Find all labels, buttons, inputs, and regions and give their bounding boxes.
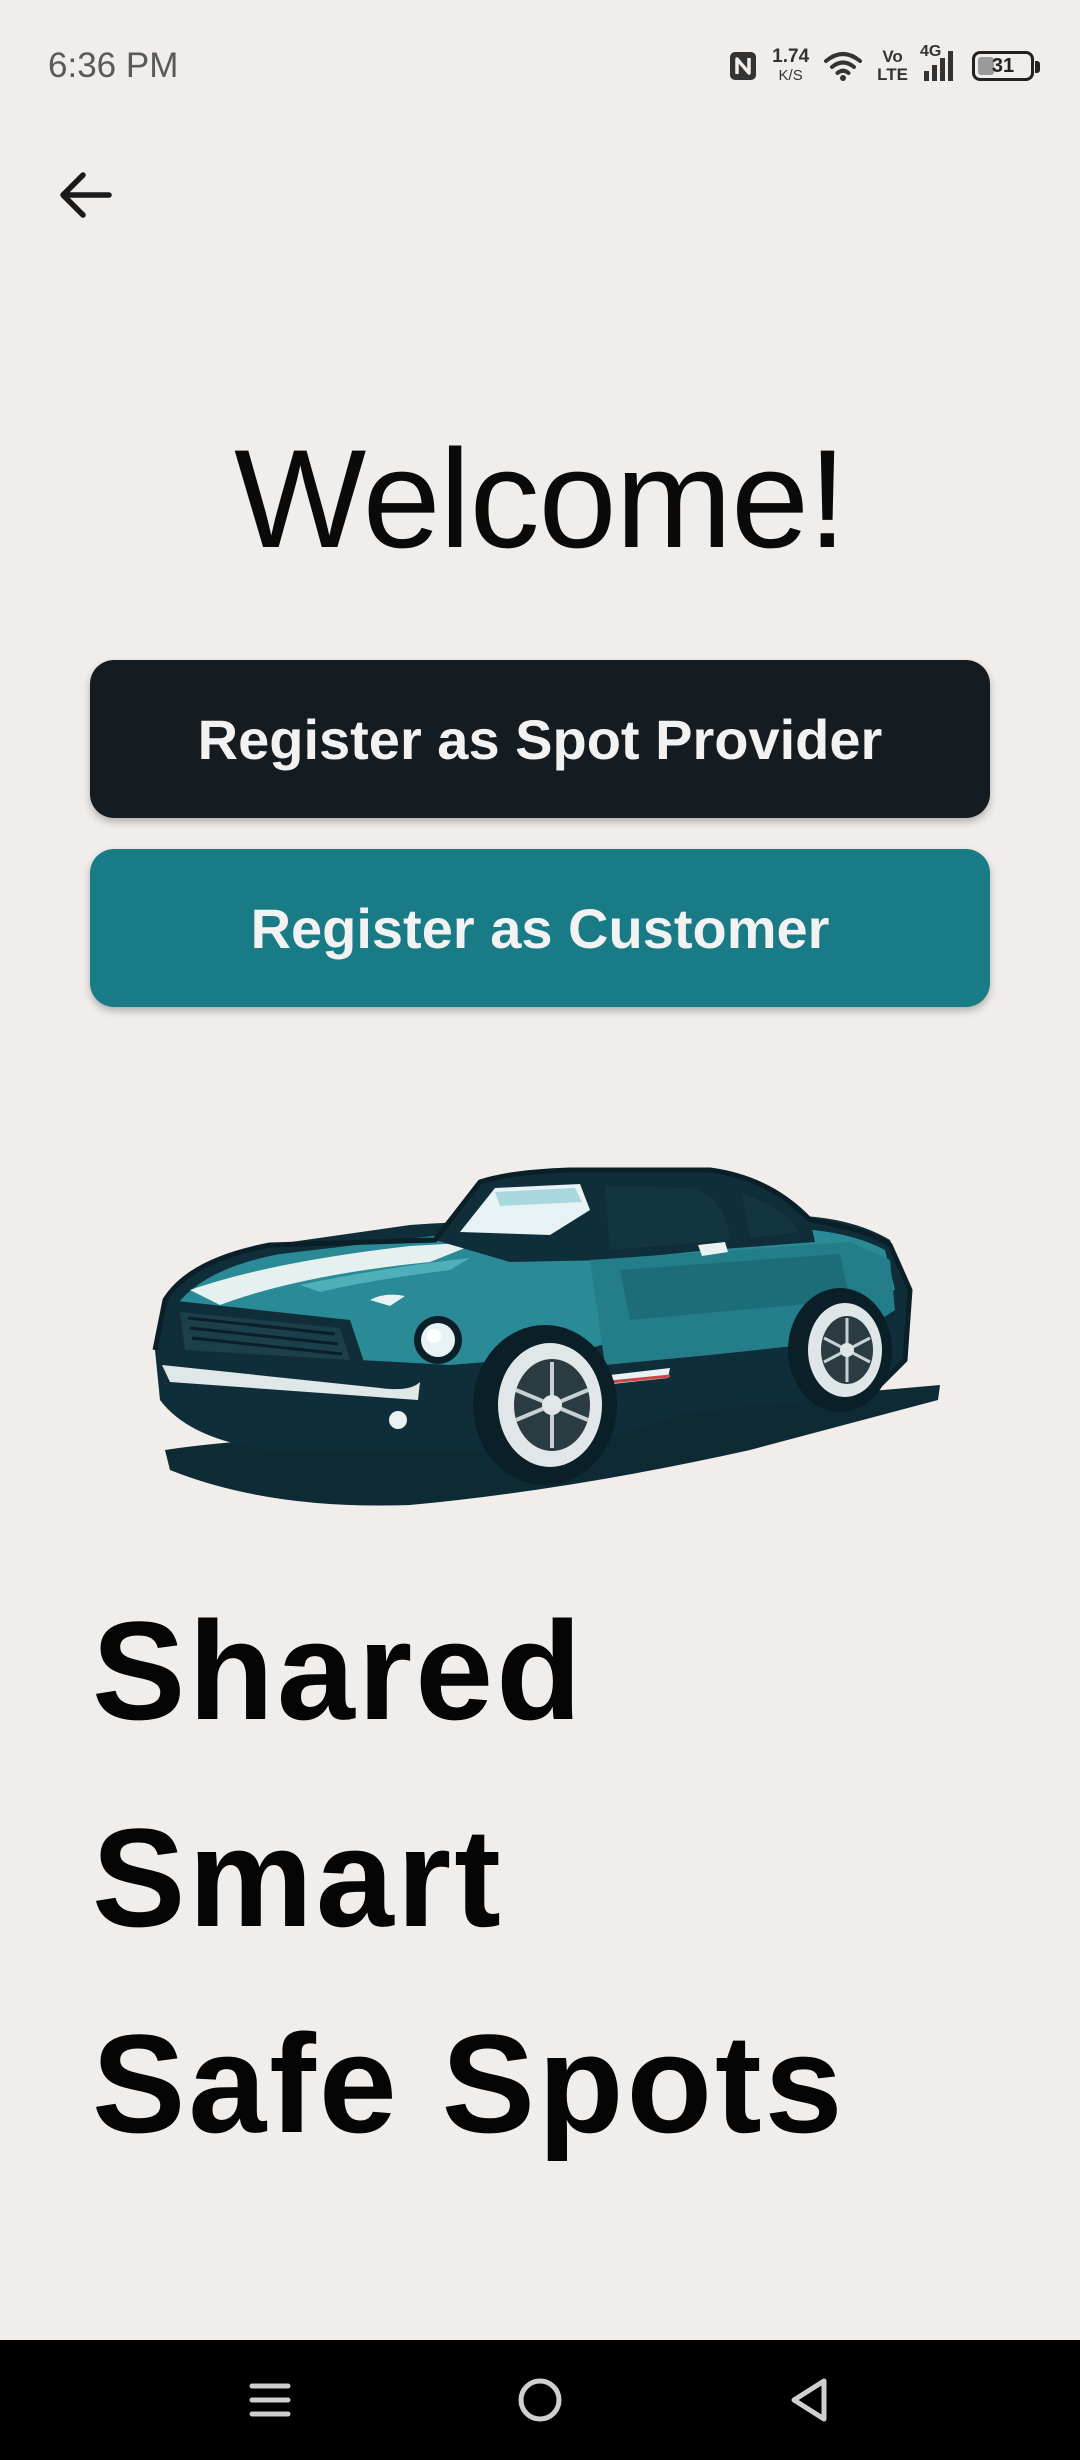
volte-bottom: LTE (877, 65, 908, 84)
battery-level: 31 (991, 54, 1015, 77)
nav-home-button[interactable] (500, 2360, 580, 2440)
status-bar: 6:36 PM 1.74 K/S Vo LTE 4G 31 (0, 0, 1080, 136)
nav-menu-button[interactable] (230, 2360, 310, 2440)
network-speed-unit: K/S (778, 67, 803, 84)
back-triangle-icon (791, 2378, 827, 2422)
signal-icon: 4G (920, 43, 958, 83)
system-nav-bar (0, 2340, 1080, 2460)
volte-top: Vo (882, 47, 903, 66)
back-button[interactable] (50, 160, 120, 230)
tagline-line: Shared (92, 1592, 585, 1749)
status-icons: 1.74 K/S Vo LTE 4G 31 (728, 43, 1040, 88)
tagline-line: Safe Spots (92, 2005, 846, 2162)
nfc-icon (728, 50, 758, 82)
status-time: 6:36 PM (48, 46, 179, 85)
wifi-icon (823, 50, 863, 82)
register-customer-button[interactable]: Register as Customer (90, 849, 990, 1007)
register-spot-provider-button[interactable]: Register as Spot Provider (90, 660, 990, 818)
arrow-left-icon (60, 172, 112, 218)
network-type: 4G (920, 43, 942, 60)
battery-icon: 31 (972, 51, 1040, 81)
home-icon (518, 2378, 562, 2422)
welcome-title: Welcome! (234, 420, 847, 577)
network-speed-value: 1.74 (772, 46, 810, 67)
menu-icon (249, 2383, 291, 2417)
sports-car-illustration (152, 1167, 940, 1506)
tagline-line: Smart (92, 1799, 504, 1956)
nav-back-button[interactable] (770, 2360, 850, 2440)
network-speed: 1.74 K/S (772, 47, 809, 85)
volte-indicator: Vo LTE (877, 48, 908, 84)
